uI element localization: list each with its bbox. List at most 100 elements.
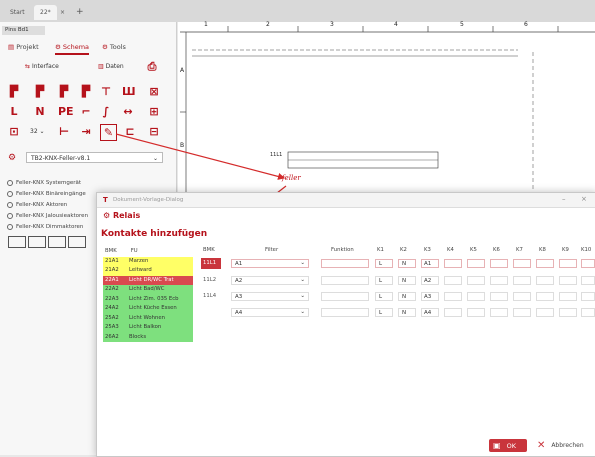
k10-field[interactable] <box>581 276 595 285</box>
bmk-row[interactable]: 25A3 Licht Balkon <box>103 323 193 333</box>
filter-select[interactable]: A1 ⌄ <box>231 259 309 268</box>
k2-field[interactable]: N <box>398 308 416 317</box>
k1-field[interactable]: L <box>375 259 393 268</box>
symbol-pe-icon[interactable]: PE <box>58 106 74 118</box>
k6-field[interactable] <box>490 308 508 317</box>
tab-start[interactable]: Start <box>4 5 31 20</box>
symbol-l-icon[interactable]: L <box>8 106 20 118</box>
k3-field[interactable]: A3 <box>421 292 439 301</box>
symbol-15-icon[interactable]: ⊏ <box>124 126 136 138</box>
k4-field[interactable] <box>444 308 462 317</box>
k8-field[interactable] <box>536 308 554 317</box>
ribbon-tab-projekt[interactable]: ▤ Projekt <box>8 41 39 53</box>
k5-field[interactable] <box>467 259 485 268</box>
k8-field[interactable] <box>536 276 554 285</box>
k9-field[interactable] <box>559 308 577 317</box>
new-tab-button[interactable]: + <box>70 5 90 20</box>
k3-field[interactable]: A4 <box>421 308 439 317</box>
symbol-14-icon[interactable]: ⇥ <box>80 126 92 138</box>
template-select[interactable]: TB2-KNX-Feller-v8.1 ⌄ <box>26 152 163 163</box>
minimize-icon[interactable]: – <box>562 195 566 203</box>
funktion-field[interactable] <box>321 276 369 285</box>
tree-item-dimmaktoren[interactable]: Feller-KNX Dimmaktoren <box>7 223 83 232</box>
symbol-6-icon[interactable]: Ш <box>122 86 136 98</box>
k3-field[interactable]: A2 <box>421 276 439 285</box>
interface-button[interactable]: ⇆ Interface <box>25 63 59 70</box>
k1-field[interactable]: L <box>375 292 393 301</box>
symbol-16-icon[interactable]: ⊟ <box>148 126 160 138</box>
k4-field[interactable] <box>444 259 462 268</box>
symbol-12-icon[interactable]: ⊡ <box>8 126 20 138</box>
k8-field[interactable] <box>536 259 554 268</box>
symbol-9-icon[interactable]: ∫ <box>100 106 112 118</box>
symbol-3-icon[interactable]: ▛ <box>58 86 70 98</box>
symbol-2-icon[interactable]: ▛ <box>34 86 46 98</box>
k6-field[interactable] <box>490 276 508 285</box>
k6-field[interactable] <box>490 292 508 301</box>
close-tab-icon[interactable]: × <box>58 5 67 20</box>
k2-field[interactable]: N <box>398 276 416 285</box>
symbol-8-icon[interactable]: ⌐ <box>80 106 92 118</box>
k4-field[interactable] <box>444 276 462 285</box>
k10-field[interactable] <box>581 308 595 317</box>
tree-item-jalousieaktoren[interactable]: Feller-KNX Jalousieaktoren <box>7 212 88 221</box>
bmk-row[interactable]: 22A3 Licht Zim. 035 Ecb <box>103 294 193 304</box>
ribbon-tab-tools[interactable]: ⚙ Tools <box>102 41 126 53</box>
tab-22[interactable]: 22* <box>34 5 57 20</box>
daten-button[interactable]: ▥ Daten <box>98 63 124 70</box>
k8-field[interactable] <box>536 292 554 301</box>
tree-item-aktoren[interactable]: Feller-KNX Aktoren <box>7 201 67 210</box>
ok-button[interactable]: ▣ OK <box>489 439 527 452</box>
k2-field[interactable]: N <box>398 292 416 301</box>
symbol-5-icon[interactable]: ⊤ <box>100 86 112 98</box>
bmk-row[interactable]: 21A2 Leitward <box>103 266 193 276</box>
component-preview[interactable] <box>8 236 88 248</box>
tree-item-systemgeraet[interactable]: Feller-KNX Systemgerät <box>7 179 81 188</box>
symbol-1-icon[interactable]: ▛ <box>8 86 20 98</box>
k5-field[interactable] <box>467 292 485 301</box>
k4-field[interactable] <box>444 292 462 301</box>
bmk-row[interactable]: 24A2 Licht Küche Essen <box>103 304 193 314</box>
funktion-field[interactable] <box>321 308 369 317</box>
funktion-field[interactable] <box>321 292 369 301</box>
k6-field[interactable] <box>490 259 508 268</box>
filter-select[interactable]: A2 ⌄ <box>231 276 309 285</box>
bmk-row-selected[interactable]: 22A1 Licht DR/WC Trat <box>103 275 193 285</box>
symbol-11-icon[interactable]: ⊞ <box>148 106 160 118</box>
counter-dropdown[interactable]: 32 ⌄ <box>30 128 45 135</box>
symbol-7-icon[interactable]: ⊠ <box>148 86 160 98</box>
k10-field[interactable] <box>581 292 595 301</box>
symbol-13-icon[interactable]: ⊢ <box>58 126 70 138</box>
bmk-row[interactable]: 26A2 Blocks <box>103 332 193 342</box>
k1-field[interactable]: L <box>375 308 393 317</box>
k7-field[interactable] <box>513 308 531 317</box>
bmk-row[interactable]: 22A2 Licht Bad/WC <box>103 285 193 295</box>
k9-field[interactable] <box>559 276 577 285</box>
symbol-10-icon[interactable]: ↔ <box>122 106 134 118</box>
tree-item-binaereingaenge[interactable]: Feller-KNX Binäreingänge <box>7 190 86 199</box>
pencil-icon[interactable]: ✎ <box>100 124 117 141</box>
k5-field[interactable] <box>467 308 485 317</box>
k9-field[interactable] <box>559 259 577 268</box>
symbol-4-icon[interactable]: ▛ <box>80 86 92 98</box>
bmk-row[interactable]: 25A2 Licht Wohnen <box>103 313 193 323</box>
row-bmk: 11L4 <box>203 293 217 299</box>
k7-field[interactable] <box>513 292 531 301</box>
k7-field[interactable] <box>513 276 531 285</box>
filter-select[interactable]: A3 ⌄ <box>231 292 309 301</box>
filter-select[interactable]: A4 ⌄ <box>231 308 309 317</box>
print-icon[interactable]: ⎙ <box>146 61 158 73</box>
close-icon[interactable]: × <box>581 195 587 203</box>
k9-field[interactable] <box>559 292 577 301</box>
symbol-n-icon[interactable]: N <box>34 106 46 118</box>
k2-field[interactable]: N <box>398 259 416 268</box>
bmk-row[interactable]: 21A1 Marzen <box>103 256 193 266</box>
k3-field[interactable]: A1 <box>421 259 439 268</box>
ribbon-tab-schema[interactable]: ⚙ Schema <box>55 41 90 55</box>
k10-field[interactable] <box>581 259 595 268</box>
k7-field[interactable] <box>513 259 531 268</box>
k1-field[interactable]: L <box>375 276 393 285</box>
k5-field[interactable] <box>467 276 485 285</box>
funktion-field[interactable] <box>321 259 369 268</box>
cancel-button[interactable]: ✕ Abbrechen <box>537 439 584 452</box>
